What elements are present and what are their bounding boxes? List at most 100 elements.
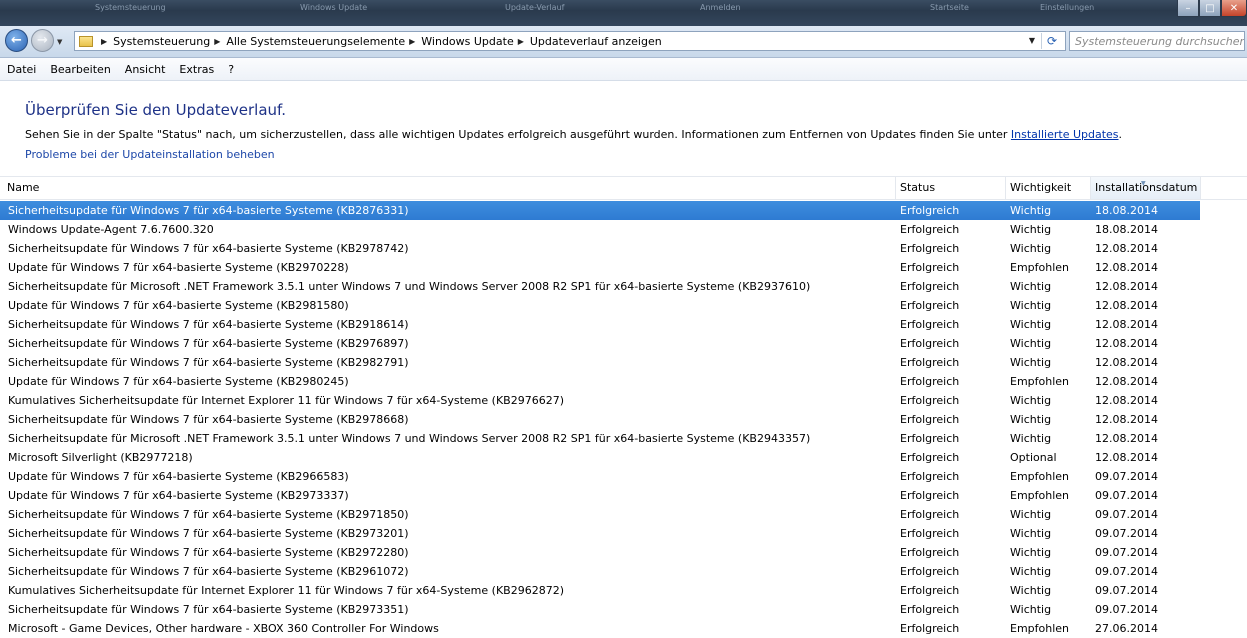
table-row[interactable]: Sicherheitsupdate für Windows 7 für x64-…: [0, 315, 1247, 334]
minimize-button[interactable]: –: [1177, 0, 1199, 17]
cell-date: 12.08.2014: [1095, 413, 1158, 426]
cell-status: Erfolgreich: [900, 489, 960, 502]
table-row[interactable]: Update für Windows 7 für x64-basierte Sy…: [0, 258, 1247, 277]
titlebar-blurred-text: Systemsteuerung: [95, 3, 166, 12]
cell-date: 09.07.2014: [1095, 508, 1158, 521]
installed-updates-link[interactable]: Installierte Updates: [1011, 128, 1119, 141]
forward-arrow-icon: →: [37, 33, 48, 48]
cell-status: Erfolgreich: [900, 261, 960, 274]
breadcrumb-label[interactable]: Alle Systemsteuerungselemente: [226, 35, 405, 48]
window-controls: – □ ✕: [1177, 0, 1247, 18]
cell-importance: Wichtig: [1010, 508, 1052, 521]
cell-name: Sicherheitsupdate für Windows 7 für x64-…: [8, 242, 409, 255]
cell-date: 18.08.2014: [1095, 204, 1158, 217]
forward-button[interactable]: →: [31, 29, 54, 52]
cell-importance: Wichtig: [1010, 280, 1052, 293]
window-titlebar: Systemsteuerung Windows Update Update-Ve…: [0, 0, 1247, 26]
table-row[interactable]: Sicherheitsupdate für Windows 7 für x64-…: [0, 353, 1247, 372]
table-row[interactable]: Update für Windows 7 für x64-basierte Sy…: [0, 467, 1247, 486]
close-button[interactable]: ✕: [1221, 0, 1247, 17]
breadcrumb-separator-icon[interactable]: ▶: [214, 37, 220, 46]
cell-name: Sicherheitsupdate für Microsoft .NET Fra…: [8, 432, 811, 445]
menu-ansicht[interactable]: Ansicht: [118, 63, 173, 76]
list-header: Name Status Wichtigkeit ▼ Installationsd…: [0, 176, 1247, 200]
cell-status: Erfolgreich: [900, 318, 960, 331]
titlebar-blurred-text: Anmelden: [700, 3, 741, 12]
table-row[interactable]: Update für Windows 7 für x64-basierte Sy…: [0, 486, 1247, 505]
table-row[interactable]: Sicherheitsupdate für Windows 7 für x64-…: [0, 239, 1247, 258]
column-header-importance[interactable]: Wichtigkeit: [1006, 177, 1091, 199]
breadcrumb-item[interactable]: ▶ Windows Update: [405, 35, 514, 48]
table-row[interactable]: Kumulatives Sicherheitsupdate für Intern…: [0, 581, 1247, 600]
cell-name: Update für Windows 7 für x64-basierte Sy…: [8, 375, 349, 388]
table-row[interactable]: Windows Update-Agent 7.6.7600.320 Erfolgr…: [0, 220, 1247, 239]
table-row[interactable]: Sicherheitsupdate für Microsoft .NET Fra…: [0, 429, 1247, 448]
menu-datei[interactable]: Datei: [0, 63, 43, 76]
cell-name: Update für Windows 7 für x64-basierte Sy…: [8, 489, 349, 502]
breadcrumb-label[interactable]: Windows Update: [421, 35, 513, 48]
cell-name: Sicherheitsupdate für Windows 7 für x64-…: [8, 508, 409, 521]
menu-bar: Datei Bearbeiten Ansicht Extras ?: [0, 58, 1247, 81]
table-row[interactable]: Sicherheitsupdate für Windows 7 für x64-…: [0, 334, 1247, 353]
table-row[interactable]: Update für Windows 7 für x64-basierte Sy…: [0, 372, 1247, 391]
cell-date: 09.07.2014: [1095, 603, 1158, 616]
cell-date: 12.08.2014: [1095, 299, 1158, 312]
breadcrumb-item[interactable]: ▶ Systemsteuerung: [97, 35, 210, 48]
breadcrumb-separator-icon[interactable]: ▶: [518, 37, 524, 46]
breadcrumb-label[interactable]: Updateverlauf anzeigen: [530, 35, 662, 48]
cell-name: Kumulatives Sicherheitsupdate für Intern…: [8, 394, 564, 407]
column-header-date[interactable]: ▼ Installationsdatum: [1091, 177, 1201, 199]
menu-extras[interactable]: Extras: [172, 63, 221, 76]
refresh-icon[interactable]: ⟳: [1041, 33, 1062, 49]
cell-name: Update für Windows 7 für x64-basierte Sy…: [8, 299, 349, 312]
breadcrumb-item[interactable]: ▶ Updateverlauf anzeigen: [514, 35, 662, 48]
breadcrumb-label[interactable]: Systemsteuerung: [113, 35, 210, 48]
cell-date: 12.08.2014: [1095, 337, 1158, 350]
column-header-name[interactable]: Name: [3, 177, 896, 199]
cell-name: Sicherheitsupdate für Windows 7 für x64-…: [8, 413, 409, 426]
breadcrumb-separator-icon[interactable]: ▶: [101, 37, 107, 46]
recent-pages-dropdown-icon[interactable]: ▼: [57, 38, 62, 46]
maximize-button[interactable]: □: [1199, 0, 1221, 17]
cell-date: 12.08.2014: [1095, 432, 1158, 445]
troubleshoot-link[interactable]: Probleme bei der Updateinstallation behe…: [25, 148, 275, 161]
table-row[interactable]: Sicherheitsupdate für Windows 7 für x64-…: [0, 543, 1247, 562]
cell-name: Kumulatives Sicherheitsupdate für Intern…: [8, 584, 564, 597]
address-dropdown-icon[interactable]: ▼: [1029, 36, 1035, 45]
cell-date: 12.08.2014: [1095, 356, 1158, 369]
table-row[interactable]: Microsoft - Game Devices, Other hardware…: [0, 619, 1247, 638]
table-row[interactable]: Sicherheitsupdate für Windows 7 für x64-…: [0, 505, 1247, 524]
address-bar[interactable]: ▶ Systemsteuerung ▶ Alle Systemsteuerung…: [74, 31, 1066, 51]
column-header-status[interactable]: Status: [896, 177, 1006, 199]
table-row[interactable]: Sicherheitsupdate für Windows 7 für x64-…: [0, 600, 1247, 619]
menu-help[interactable]: ?: [221, 63, 241, 76]
cell-name: Sicherheitsupdate für Windows 7 für x64-…: [8, 603, 409, 616]
menu-bearbeiten[interactable]: Bearbeiten: [43, 63, 117, 76]
cell-importance: Empfohlen: [1010, 470, 1070, 483]
cell-status: Erfolgreich: [900, 242, 960, 255]
table-row[interactable]: Sicherheitsupdate für Windows 7 für x64-…: [0, 410, 1247, 429]
breadcrumb-separator-icon[interactable]: ▶: [409, 37, 415, 46]
table-row[interactable]: Microsoft Silverlight (KB2977218) Erfolgr…: [0, 448, 1247, 467]
breadcrumb-item[interactable]: ▶ Alle Systemsteuerungselemente: [210, 35, 405, 48]
cell-name: Microsoft Silverlight (KB2977218): [8, 451, 193, 464]
cell-date: 09.07.2014: [1095, 489, 1158, 502]
table-row[interactable]: Sicherheitsupdate für Microsoft .NET Fra…: [0, 277, 1247, 296]
cell-importance: Wichtig: [1010, 603, 1052, 616]
back-button[interactable]: ←: [5, 29, 28, 52]
cell-status: Erfolgreich: [900, 413, 960, 426]
navigation-bar: ← → ▼ ▶ Systemsteuerung ▶ Alle Systemste…: [0, 26, 1247, 58]
cell-date: 09.07.2014: [1095, 584, 1158, 597]
table-row[interactable]: Kumulatives Sicherheitsupdate für Intern…: [0, 391, 1247, 410]
cell-status: Erfolgreich: [900, 527, 960, 540]
table-row[interactable]: Sicherheitsupdate für Windows 7 für x64-…: [0, 524, 1247, 543]
cell-name: Sicherheitsupdate für Windows 7 für x64-…: [8, 318, 409, 331]
cell-status: Erfolgreich: [900, 337, 960, 350]
table-row[interactable]: Sicherheitsupdate für Windows 7 für x64-…: [0, 562, 1247, 581]
column-header-date-label: Installationsdatum: [1095, 181, 1198, 194]
search-input[interactable]: Systemsteuerung durchsuchen: [1069, 31, 1245, 51]
cell-importance: Empfohlen: [1010, 489, 1070, 502]
cell-importance: Wichtig: [1010, 299, 1052, 312]
table-row[interactable]: Update für Windows 7 für x64-basierte Sy…: [0, 296, 1247, 315]
table-row[interactable]: Sicherheitsupdate für Windows 7 für x64-…: [0, 201, 1200, 220]
